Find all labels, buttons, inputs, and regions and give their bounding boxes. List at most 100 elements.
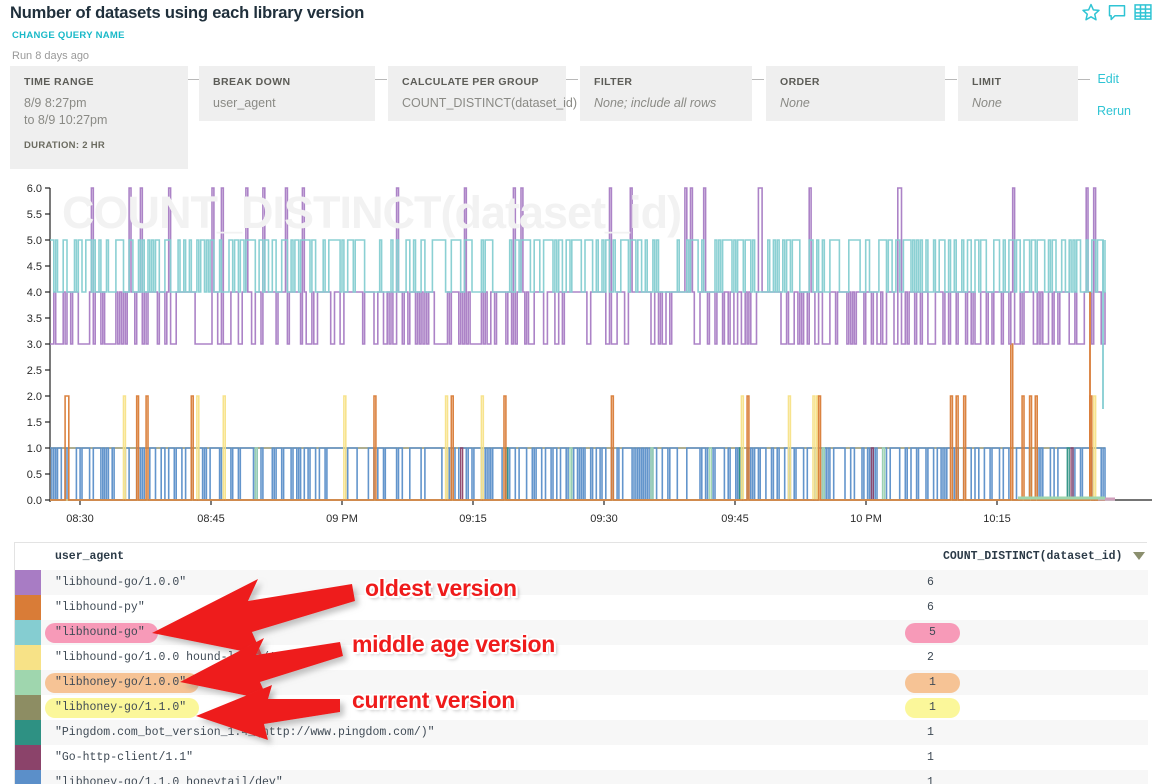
connector-dash xyxy=(375,79,387,80)
table-row[interactable]: "Pingdom.com_bot_version_1.4_(http://www… xyxy=(15,720,1148,745)
query-card-calculate-per-group[interactable]: CALCULATE PER GROUP COUNT_DISTINCT(datas… xyxy=(388,66,566,121)
header-icon-group xyxy=(1081,2,1153,22)
chart-canvas[interactable]: 0.00.51.01.52.02.53.03.54.04.55.05.56.00… xyxy=(0,180,1159,528)
chart-series-line xyxy=(50,240,1105,292)
cell-count-distinct: 1 xyxy=(927,751,934,764)
cell-count-distinct: 1 xyxy=(927,701,960,714)
timeseries-chart: COUNT_DISTINCT(dataset_id) 0.00.51.01.52… xyxy=(0,180,1159,528)
edit-button[interactable]: Edit xyxy=(1097,72,1119,86)
series-color-swatch xyxy=(15,595,41,620)
series-color-swatch xyxy=(15,570,41,595)
query-card-filter[interactable]: FILTER None; include all rows xyxy=(580,66,752,121)
annotation-label: oldest version xyxy=(365,575,517,602)
query-card-break-down[interactable]: BREAK DOWN user_agent xyxy=(199,66,375,121)
cell-count-distinct: 1 xyxy=(927,726,934,739)
cell-user-agent: "libhoney-go/1.1.0 honeytail/dev" xyxy=(55,776,283,784)
y-tick-label: 3.0 xyxy=(27,339,42,351)
annotation-label: current version xyxy=(352,687,515,714)
cell-user-agent: "libhoney-go/1.1.0" xyxy=(55,701,199,714)
column-header-count-distinct[interactable]: COUNT_DISTINCT(dataset_id) xyxy=(943,550,1122,563)
connector-dash xyxy=(566,79,578,80)
table-row[interactable]: "libhound-py" 6 xyxy=(15,595,1148,620)
query-card-order[interactable]: ORDER None xyxy=(766,66,945,121)
page-header: Number of datasets using each library ve… xyxy=(0,0,1159,60)
x-tick-label: 08:45 xyxy=(197,513,225,525)
query-parameter-bar: TIME RANGE 8/9 8:27pm to 8/9 10:27pm DUR… xyxy=(0,66,1159,176)
table-icon[interactable] xyxy=(1133,2,1153,22)
rerun-button[interactable]: Rerun xyxy=(1097,104,1131,118)
y-tick-label: 5.0 xyxy=(27,235,42,247)
y-tick-label: 0.5 xyxy=(27,469,42,481)
cell-user-agent: "libhound-go" xyxy=(55,626,158,639)
series-color-swatch xyxy=(15,695,41,720)
y-tick-label: 2.0 xyxy=(27,391,42,403)
annotation-label: middle age version xyxy=(352,631,555,658)
cell-count-distinct: 6 xyxy=(927,601,934,614)
table-row[interactable]: "libhoney-go/1.1.0 honeytail/dev" 1 xyxy=(15,770,1148,784)
query-result-page: Number of datasets using each library ve… xyxy=(0,0,1159,784)
sort-descending-caret-icon[interactable] xyxy=(1133,552,1145,560)
cell-count-distinct: 1 xyxy=(927,676,960,689)
x-tick-label: 09:30 xyxy=(590,513,618,525)
y-tick-label: 4.0 xyxy=(27,287,42,299)
break-down-label: BREAK DOWN xyxy=(213,76,363,88)
series-color-swatch xyxy=(15,745,41,770)
x-tick-label: 08:30 xyxy=(66,513,94,525)
break-down-value: user_agent xyxy=(213,95,363,111)
y-tick-label: 6.0 xyxy=(27,183,42,195)
series-color-swatch xyxy=(15,770,41,784)
y-tick-label: 5.5 xyxy=(27,209,42,221)
query-card-limit[interactable]: LIMIT None xyxy=(958,66,1078,121)
table-header-row: user_agent COUNT_DISTINCT(dataset_id) xyxy=(15,543,1148,570)
table-body: "libhound-go/1.0.0"6"libhound-py"6"libho… xyxy=(15,570,1147,784)
query-card-time-range[interactable]: TIME RANGE 8/9 8:27pm to 8/9 10:27pm DUR… xyxy=(10,66,188,169)
cell-user-agent: "Pingdom.com_bot_version_1.4_(http://www… xyxy=(55,726,435,739)
run-timestamp: Run 8 days ago xyxy=(12,50,89,62)
results-table: user_agent COUNT_DISTINCT(dataset_id) "l… xyxy=(14,542,1147,784)
x-tick-label: 09:45 xyxy=(721,513,749,525)
x-tick-label: 10:15 xyxy=(983,513,1011,525)
connector-dash xyxy=(752,79,764,80)
y-tick-label: 2.5 xyxy=(27,365,42,377)
cell-count-distinct: 6 xyxy=(927,576,934,589)
chart-series-line xyxy=(50,448,1105,500)
cell-user-agent: "libhoney-go/1.0.0" xyxy=(55,676,199,689)
series-color-swatch xyxy=(15,620,41,645)
series-color-swatch xyxy=(15,720,41,745)
cell-user-agent: "Go-http-client/1.1" xyxy=(55,751,193,764)
comment-icon[interactable] xyxy=(1107,2,1127,22)
limit-label: LIMIT xyxy=(972,76,1066,88)
table-row[interactable]: "libhound-go/1.0.0" 6 xyxy=(15,570,1148,595)
column-header-user-agent[interactable]: user_agent xyxy=(55,550,124,563)
star-icon[interactable] xyxy=(1081,2,1101,22)
y-tick-label: 4.5 xyxy=(27,261,42,273)
series-color-swatch xyxy=(15,645,41,670)
filter-value: None; include all rows xyxy=(594,95,740,111)
table-row[interactable]: "libhoney-go/1.1.0" 1 xyxy=(15,695,1148,720)
cell-count-distinct: 2 xyxy=(927,651,934,664)
table-row[interactable]: "libhoney-go/1.0.0" 1 xyxy=(15,670,1148,695)
cell-count-distinct: 1 xyxy=(927,776,934,784)
cell-user-agent: "libhound-py" xyxy=(55,601,145,614)
cell-count-distinct: 5 xyxy=(927,626,960,639)
x-tick-label: 09 PM xyxy=(326,513,358,525)
time-range-from: 8/9 8:27pm xyxy=(24,95,176,111)
order-label: ORDER xyxy=(780,76,933,88)
limit-value: None xyxy=(972,95,1066,111)
x-tick-label: 09:15 xyxy=(459,513,487,525)
table-row[interactable]: "libhound-go/1.0.0 hound-leash/1.64" 2 xyxy=(15,645,1148,670)
cell-user-agent: "libhound-go/1.0.0 hound-leash/1.64" xyxy=(55,651,303,664)
time-range-to: to 8/9 10:27pm xyxy=(24,112,176,128)
calculate-per-group-value: COUNT_DISTINCT(dataset_id) xyxy=(402,95,554,111)
change-query-name-link[interactable]: CHANGE QUERY NAME xyxy=(12,30,125,41)
connector-dash xyxy=(1078,79,1090,80)
filter-label: FILTER xyxy=(594,76,740,88)
page-title: Number of datasets using each library ve… xyxy=(10,4,364,23)
series-color-swatch xyxy=(15,670,41,695)
calculate-per-group-label: CALCULATE PER GROUP xyxy=(402,76,554,88)
y-tick-label: 0.0 xyxy=(27,495,42,507)
connector-dash xyxy=(945,79,957,80)
cell-user-agent: "libhound-go/1.0.0" xyxy=(55,576,186,589)
table-row[interactable]: "Go-http-client/1.1" 1 xyxy=(15,745,1148,770)
table-row[interactable]: "libhound-go" 5 xyxy=(15,620,1148,645)
